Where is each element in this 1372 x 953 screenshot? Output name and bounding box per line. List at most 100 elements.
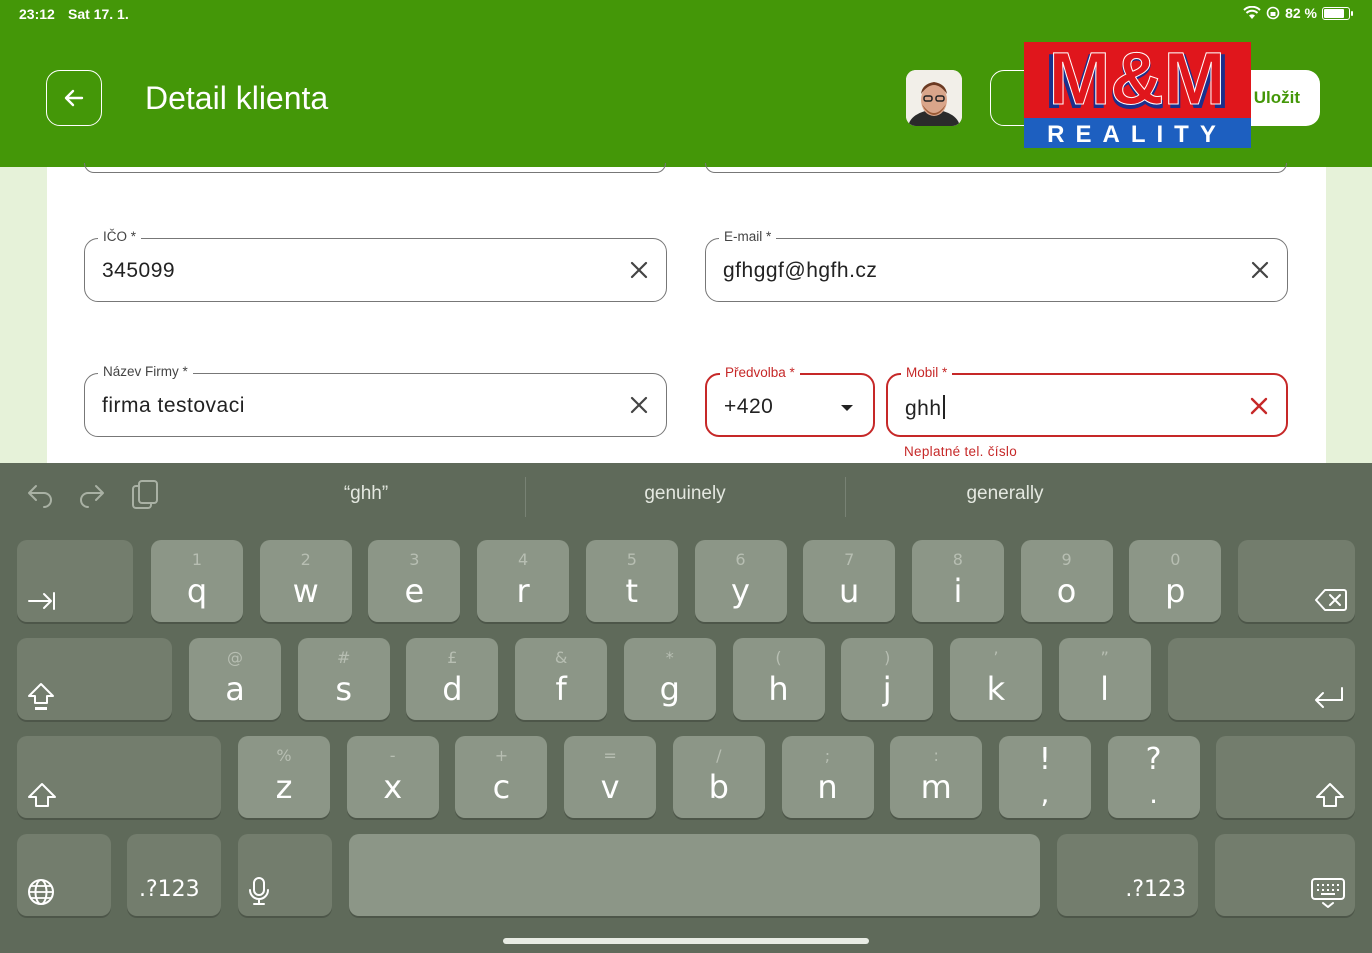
company-name-field[interactable]: Název Firmy * firma testovaci <box>84 364 667 437</box>
phone-prefix-value: +420 <box>724 395 774 418</box>
key-p[interactable]: 0p <box>1129 540 1222 622</box>
key-s[interactable]: # s <box>297 638 390 720</box>
key-label: a <box>225 670 245 708</box>
dismiss-keyboard-key[interactable] <box>1215 834 1355 916</box>
key-hint: ’ <box>993 648 999 667</box>
lock-rotation-icon <box>1266 6 1280 20</box>
mobile-error-text: Neplatné tel. číslo <box>904 444 1018 459</box>
back-button[interactable] <box>46 70 102 126</box>
key-k[interactable]: ’ k <box>949 638 1042 720</box>
svg-text:REALITY: REALITY <box>1047 121 1227 148</box>
mobile-value-text: ghh <box>905 397 942 420</box>
key-hint: £ <box>447 648 458 667</box>
key-hint: 1 <box>191 550 203 569</box>
key-i[interactable]: 8i <box>911 540 1004 622</box>
key-o[interactable]: 9o <box>1020 540 1113 622</box>
battery-icon <box>1322 6 1353 20</box>
key-b[interactable]: / b <box>672 736 765 818</box>
key-m[interactable]: :m <box>890 736 983 818</box>
key-y[interactable]: 6y <box>694 540 787 622</box>
clear-icon[interactable] <box>630 396 648 414</box>
mobile-field[interactable]: Mobil * ghh <box>886 365 1288 437</box>
caps-lock-key[interactable] <box>17 638 172 720</box>
key-r[interactable]: 4r <box>477 540 570 622</box>
page-title: Detail klienta <box>145 80 329 116</box>
avatar[interactable] <box>906 70 962 126</box>
key-l[interactable]: ” l <box>1058 638 1151 720</box>
clear-icon[interactable] <box>1251 261 1269 279</box>
wifi-icon <box>1243 6 1261 19</box>
key-h[interactable]: (h <box>732 638 825 720</box>
key-comma[interactable]: !, <box>998 736 1091 818</box>
key-f[interactable]: & f <box>515 638 608 720</box>
shift-key-left[interactable] <box>17 736 221 818</box>
app-bar: 23:12 Sat 17. 1. 82 % Detail klienta Ulo… <box>0 0 1372 167</box>
company-name-label: Název Firmy * <box>98 364 193 379</box>
key-hint: = <box>603 746 617 765</box>
key-t[interactable]: 5t <box>585 540 678 622</box>
key-x[interactable]: -x <box>346 736 439 818</box>
key-label: i <box>953 572 963 610</box>
key-label: m <box>920 768 952 806</box>
globe-icon <box>28 879 54 905</box>
email-field[interactable]: E-mail * gfhggf@hgfh.cz <box>705 229 1288 302</box>
key-v[interactable]: = v <box>564 736 657 818</box>
globe-key[interactable] <box>17 834 111 916</box>
key-hint: 2 <box>300 550 311 569</box>
dropdown-arrow-icon <box>841 405 853 411</box>
key-hint: ” <box>1100 648 1109 667</box>
keyboard-hide-icon <box>1311 878 1345 908</box>
numbers-key-left[interactable]: .?123 <box>127 834 221 916</box>
key-hint: 8 <box>952 550 963 569</box>
suggestion-3[interactable]: generally <box>845 483 1165 505</box>
key-w[interactable]: 2w <box>259 540 352 622</box>
clear-icon[interactable] <box>1250 397 1268 415</box>
key-label: y <box>731 572 750 610</box>
key-label: o <box>1056 572 1077 610</box>
key-hint: 6 <box>735 550 746 569</box>
space-key[interactable] <box>349 834 1040 916</box>
arrow-left-icon <box>64 89 84 107</box>
key-n[interactable]: ; n <box>781 736 874 818</box>
status-date: Sat 17. 1. <box>68 6 129 22</box>
key-label: k <box>986 670 1006 708</box>
undo-icon[interactable] <box>26 482 54 508</box>
shift-key-right[interactable] <box>1216 736 1355 818</box>
key-g[interactable]: * g <box>623 638 716 720</box>
tab-icon <box>28 592 55 610</box>
field-above-left <box>84 163 666 173</box>
key-u[interactable]: 7u <box>803 540 896 622</box>
battery-percent: 82 % <box>1285 5 1317 21</box>
backspace-key[interactable] <box>1238 540 1355 622</box>
on-screen-keyboard: “ghh” genuinely generally 1q2w3e4r5t6y7u… <box>0 463 1372 953</box>
dictation-key[interactable] <box>238 834 332 916</box>
suggestion-2[interactable]: genuinely <box>525 483 845 505</box>
tab-key[interactable] <box>17 540 133 622</box>
key-label: t <box>625 572 639 610</box>
email-label: E-mail * <box>719 229 777 244</box>
key-hint: * <box>665 648 674 667</box>
key-label: b <box>708 768 729 806</box>
key-a[interactable]: @ a <box>189 638 281 720</box>
phone-prefix-select[interactable]: Předvolba * +420 <box>705 365 875 437</box>
redo-icon[interactable] <box>78 482 106 508</box>
ico-field[interactable]: IČO * 345099 <box>84 229 667 302</box>
numbers-key-right[interactable]: .?123 <box>1057 834 1198 916</box>
key-c[interactable]: + c <box>455 736 548 818</box>
email-value: gfhggf@hgfh.cz <box>723 259 878 282</box>
suggestion-1[interactable]: “ghh” <box>206 483 526 505</box>
form-card: IČO * 345099 E-mail * gfhggf@hgfh.cz Náz… <box>47 163 1326 463</box>
key-q[interactable]: 1q <box>151 540 243 622</box>
key-j[interactable]: ) j <box>841 638 934 720</box>
key-e[interactable]: 3e <box>368 540 461 622</box>
key-hint: 4 <box>518 550 529 569</box>
clear-icon[interactable] <box>630 261 648 279</box>
key-z[interactable]: % z <box>238 736 330 818</box>
key-hint: 5 <box>626 550 637 569</box>
key-period[interactable]: ?. <box>1107 736 1200 818</box>
return-key[interactable] <box>1168 638 1355 720</box>
status-time: 23:12 <box>19 6 55 22</box>
key-d[interactable]: £ d <box>406 638 499 720</box>
paste-icon[interactable] <box>130 478 160 512</box>
key-hint: : <box>933 746 939 765</box>
